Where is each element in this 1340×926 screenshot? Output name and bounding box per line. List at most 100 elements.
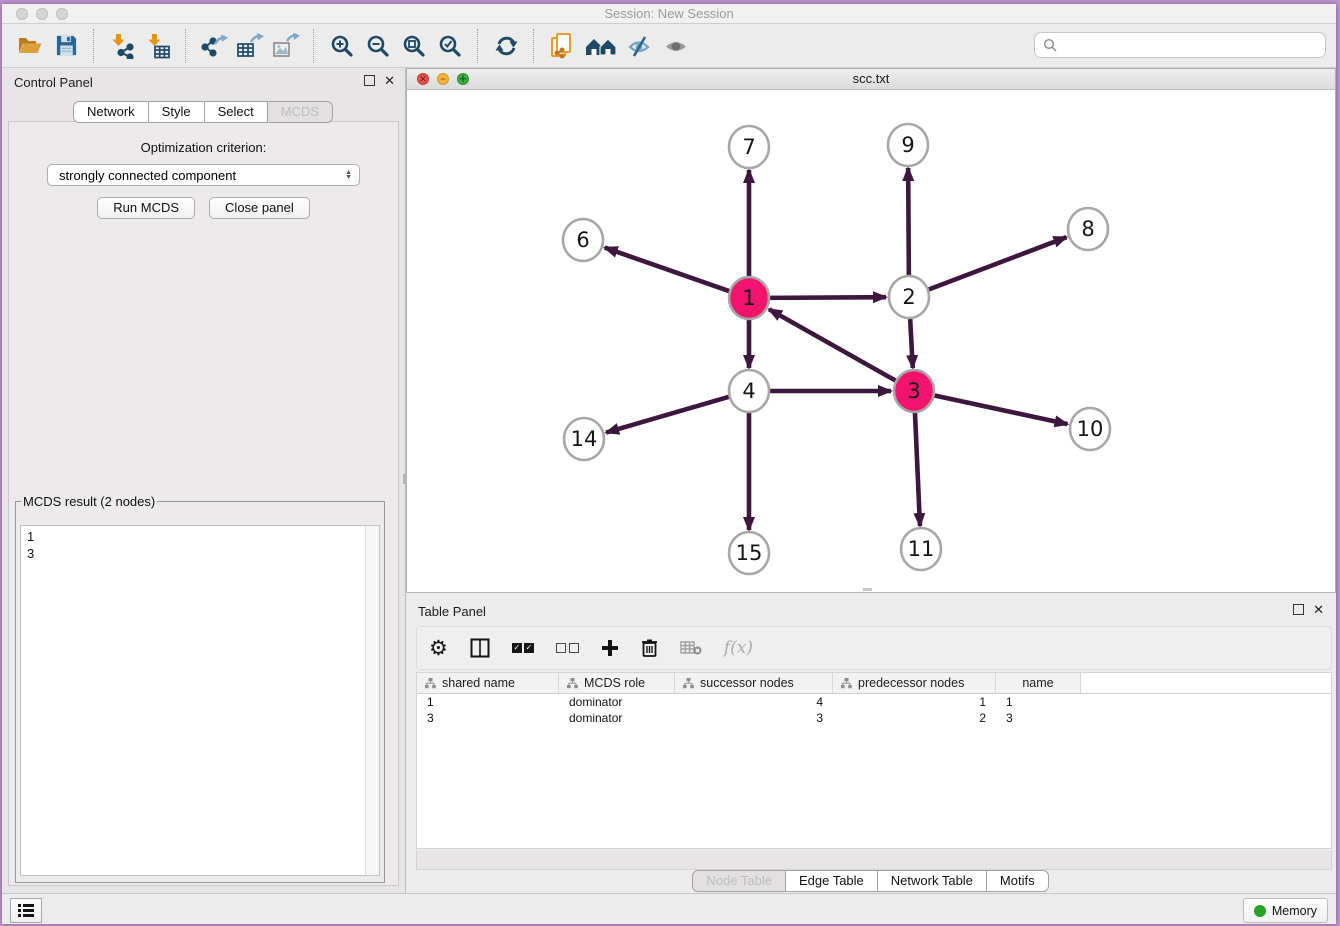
main-toolbar	[2, 24, 1336, 68]
graph-node-14[interactable]: 14	[564, 418, 604, 460]
column-header-label: shared name	[442, 676, 515, 690]
node-label: 11	[908, 537, 935, 561]
optimization-criterion-select[interactable]: strongly connected component ▲▼	[47, 164, 360, 186]
graph-edge-3-1[interactable]	[769, 309, 897, 381]
search-input[interactable]	[1063, 37, 1317, 54]
tab-style[interactable]: Style	[148, 101, 205, 123]
table-cell[interactable]: 3	[675, 711, 833, 725]
control-panel-title: Control Panel	[14, 75, 93, 90]
table-cell[interactable]: 3	[996, 711, 1081, 725]
mcds-result-textarea[interactable]: 1 3	[20, 525, 380, 876]
function-builder-icon[interactable]: f(x)	[724, 638, 753, 658]
toolbar-separator	[93, 29, 95, 63]
float-panel-icon[interactable]	[364, 75, 375, 86]
tab-mcds[interactable]: MCDS	[267, 101, 333, 123]
graph-node-7[interactable]: 7	[729, 126, 769, 168]
table-settings-icon[interactable]: ⚙	[429, 636, 448, 661]
create-column-icon[interactable]	[601, 639, 619, 657]
mcds-result-scrollbar[interactable]	[365, 526, 379, 875]
table-cell[interactable]: 3	[417, 711, 559, 725]
network-scroll-handle[interactable]	[863, 588, 872, 591]
table-cell[interactable]: 1	[996, 695, 1081, 709]
export-table-icon[interactable]	[235, 31, 265, 61]
run-mcds-button[interactable]: Run MCDS	[97, 197, 195, 219]
tab-edge-table[interactable]: Edge Table	[785, 870, 878, 892]
import-table-icon[interactable]	[143, 31, 173, 61]
toolbar-separator	[533, 29, 535, 63]
save-session-icon[interactable]	[51, 31, 81, 61]
graph-node-15[interactable]: 15	[729, 532, 769, 574]
mcds-result-title: MCDS result (2 nodes)	[21, 494, 157, 509]
panel-mode-icon[interactable]	[470, 638, 490, 658]
mcds-result-values: 1 3	[27, 528, 34, 562]
search-icon	[1043, 38, 1057, 52]
memory-button[interactable]: Memory	[1243, 898, 1328, 923]
table-cell[interactable]: 1	[833, 695, 996, 709]
delete-columns-icon[interactable]	[641, 638, 658, 658]
graph-node-6[interactable]: 6	[563, 219, 603, 261]
table-row[interactable]: 3dominator323	[417, 710, 1331, 726]
table-cell[interactable]: 1	[417, 695, 559, 709]
node-table: shared name MCDS rolesuccessor nodesprede…	[416, 672, 1332, 849]
zoom-selected-icon[interactable]	[435, 31, 465, 61]
delete-table-icon[interactable]	[680, 640, 702, 656]
hide-selected-icon[interactable]	[625, 31, 655, 61]
graph-edge-3-10[interactable]	[934, 395, 1068, 424]
graph-edge-4-14[interactable]	[606, 397, 730, 433]
column-header-MCDS-role[interactable]: MCDS role	[559, 673, 675, 693]
graph-node-9[interactable]: 9	[888, 124, 928, 166]
zoom-in-icon[interactable]	[327, 31, 357, 61]
apply-layout-icon[interactable]	[491, 31, 521, 61]
tab-node-table[interactable]: Node Table	[692, 870, 786, 892]
graph-edge-1-2[interactable]	[769, 297, 886, 298]
graph-edge-2-9[interactable]	[908, 168, 909, 277]
export-network-icon[interactable]	[199, 31, 229, 61]
graph-edge-1-6[interactable]	[605, 248, 730, 292]
graph-node-3[interactable]: 3	[894, 370, 934, 412]
table-cell[interactable]: dominator	[559, 711, 675, 725]
table-row[interactable]: 1dominator411	[417, 694, 1331, 710]
clone-network-icon[interactable]	[547, 31, 577, 61]
graph-edge-2-8[interactable]	[928, 237, 1067, 290]
graph-edge-3-11[interactable]	[915, 411, 920, 526]
table-cell[interactable]: 2	[833, 711, 996, 725]
graph-node-2[interactable]: 2	[889, 276, 929, 318]
export-image-icon[interactable]	[271, 31, 301, 61]
show-all-icon[interactable]	[661, 31, 691, 61]
graph-node-4[interactable]: 4	[729, 370, 769, 412]
control-panel-tabs: NetworkStyleSelectMCDS	[2, 101, 405, 123]
graph-edge-2-3[interactable]	[910, 317, 913, 368]
table-cell[interactable]: dominator	[559, 695, 675, 709]
table-cell[interactable]: 4	[675, 695, 833, 709]
graph-node-10[interactable]: 10	[1070, 408, 1110, 450]
search-field[interactable]	[1034, 32, 1326, 58]
task-history-button[interactable]	[10, 898, 42, 923]
graph-node-11[interactable]: 11	[901, 528, 941, 570]
close-panel-button[interactable]: Close panel	[209, 197, 310, 219]
tab-network[interactable]: Network	[73, 101, 149, 123]
deselect-all-columns-icon[interactable]	[556, 643, 579, 653]
column-header-predecessor-nodes[interactable]: predecessor nodes	[833, 673, 996, 693]
network-canvas[interactable]: 7 9 6 8 1 2 4 3 14 10 15 11	[407, 89, 1335, 592]
network-window-titlebar[interactable]: ✕ − ＋ scc.txt	[407, 69, 1335, 90]
tab-select[interactable]: Select	[204, 101, 268, 123]
float-table-panel-icon[interactable]	[1293, 604, 1304, 615]
node-label: 9	[901, 133, 914, 157]
open-session-icon[interactable]	[15, 31, 45, 61]
graph-node-1[interactable]: 1	[729, 277, 769, 319]
application-window: Session: New Session	[2, 4, 1336, 924]
zoom-out-icon[interactable]	[363, 31, 393, 61]
column-header-shared-name[interactable]: shared name	[417, 673, 559, 693]
import-network-icon[interactable]	[107, 31, 137, 61]
select-all-columns-icon[interactable]: ✓✓	[512, 643, 534, 653]
tab-motifs[interactable]: Motifs	[986, 870, 1049, 892]
first-neighbors-icon[interactable]	[583, 31, 619, 61]
column-header-name[interactable]: name	[996, 673, 1081, 693]
tab-network-table[interactable]: Network Table	[877, 870, 987, 892]
zoom-fit-icon[interactable]	[399, 31, 429, 61]
close-table-panel-icon[interactable]: ✕	[1313, 604, 1324, 615]
column-type-icon	[567, 678, 578, 689]
column-header-successor-nodes[interactable]: successor nodes	[675, 673, 833, 693]
close-panel-icon[interactable]: ✕	[384, 75, 395, 86]
graph-node-8[interactable]: 8	[1068, 208, 1108, 250]
